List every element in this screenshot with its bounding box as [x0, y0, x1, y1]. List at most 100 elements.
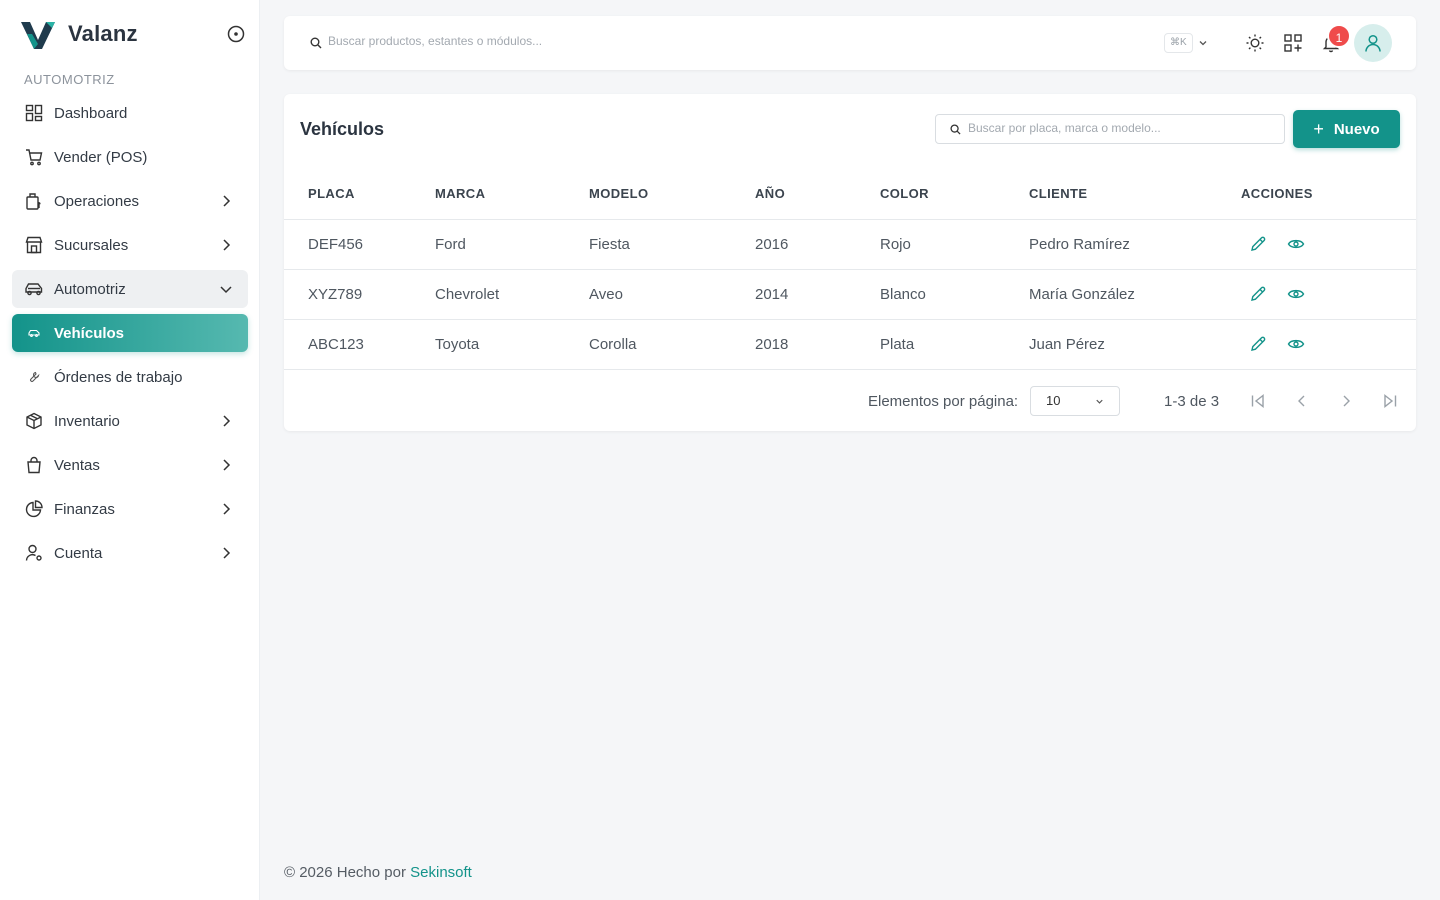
- per-page-select[interactable]: 10: [1030, 386, 1120, 416]
- cart-icon: [24, 147, 44, 167]
- cell-marca: Ford: [435, 219, 589, 270]
- pagination: Elementos por página: 10 1-3 de 3: [284, 386, 1416, 416]
- sun-icon[interactable]: [1245, 33, 1265, 53]
- dashboard-grid-icon: [24, 103, 44, 123]
- sidebar-item-label: Vender (POS): [54, 148, 148, 166]
- vehicles-card: Vehículos + Nuevo PLACA MARCA MODELO AÑO…: [284, 94, 1416, 431]
- page-range: 1-3 de 3: [1164, 393, 1220, 410]
- chevron-right-icon: [223, 239, 231, 251]
- page-title: Vehículos: [300, 119, 385, 139]
- sidebar-item-label: Automotriz: [54, 280, 126, 298]
- table-row[interactable]: XYZ789 Chevrolet Aveo 2014 Blanco María …: [284, 269, 1416, 320]
- cell-modelo: Aveo: [589, 269, 755, 320]
- cell-color: Plata: [880, 319, 1029, 370]
- cell-placa: ABC123: [284, 319, 435, 370]
- section-label: AUTOMOTRIZ: [24, 72, 115, 87]
- column-header[interactable]: MODELO: [589, 169, 755, 220]
- edit-pencil-icon[interactable]: [1249, 285, 1267, 303]
- sidebar-item-operaciones[interactable]: Operaciones: [12, 182, 248, 220]
- sidebar-item-cuenta[interactable]: Cuenta: [12, 534, 248, 572]
- column-header[interactable]: MARCA: [435, 169, 589, 220]
- sidebar-item-inventario[interactable]: Inventario: [12, 402, 248, 440]
- user-gear-icon: [24, 543, 44, 563]
- sidebar-item-ventas[interactable]: Ventas: [12, 446, 248, 484]
- sidebar-item-sucursales[interactable]: Sucursales: [12, 226, 248, 264]
- wrench-icon: [24, 367, 44, 387]
- sidebar-item-label: Vehículos: [54, 324, 125, 342]
- cell-anio: 2014: [755, 269, 880, 320]
- global-search-input[interactable]: [328, 34, 928, 48]
- cell-anio: 2016: [755, 219, 880, 270]
- sidebar-item-pos[interactable]: Vender (POS): [12, 138, 248, 176]
- shortcut-hint: ⌘K: [1164, 33, 1193, 53]
- sidebar-item-dashboard[interactable]: Dashboard: [12, 94, 248, 132]
- sidebar-item-label: Dashboard: [54, 104, 128, 122]
- prev-page-icon[interactable]: [1293, 392, 1311, 410]
- cell-modelo: Corolla: [589, 319, 755, 370]
- chevron-down-icon: [1096, 399, 1103, 404]
- edit-pencil-icon[interactable]: [1249, 235, 1267, 253]
- new-vehicle-button[interactable]: + Nuevo: [1293, 110, 1400, 148]
- column-header[interactable]: COLOR: [880, 169, 1029, 220]
- sidebar-item-ordenes[interactable]: Órdenes de trabajo: [12, 358, 248, 396]
- edit-pencil-icon[interactable]: [1249, 335, 1267, 353]
- sidebar-item-label: Cuenta: [54, 544, 103, 562]
- cell-modelo: Fiesta: [589, 219, 755, 270]
- sidebar-item-label: Ventas: [54, 456, 100, 474]
- column-header[interactable]: PLACA: [284, 169, 435, 220]
- cell-color: Rojo: [880, 219, 1029, 270]
- plus-icon: +: [1313, 119, 1324, 139]
- new-vehicle-label: Nuevo: [1333, 120, 1380, 138]
- brand-name: Valanz: [68, 21, 138, 46]
- sidebar-toggle-icon[interactable]: [226, 24, 246, 44]
- cell-cliente: María González: [1029, 269, 1241, 320]
- car-small-icon: [24, 323, 44, 343]
- search-icon: [950, 124, 961, 135]
- vehicle-search-input[interactable]: [968, 121, 1268, 135]
- sidebar-item-label: Finanzas: [54, 500, 115, 518]
- next-page-icon[interactable]: [1337, 392, 1355, 410]
- chevron-down-icon: [220, 286, 232, 294]
- car-icon: [24, 279, 44, 299]
- view-eye-icon[interactable]: [1287, 285, 1305, 303]
- chevron-down-icon[interactable]: [1197, 37, 1209, 49]
- chevron-right-icon: [223, 459, 231, 471]
- footer-link[interactable]: Sekinsoft: [410, 864, 472, 881]
- shopping-bag-icon: [24, 455, 44, 475]
- table-row[interactable]: DEF456 Ford Fiesta 2016 Rojo Pedro Ramír…: [284, 219, 1416, 270]
- footer-text: © 2026 Hecho por: [284, 864, 411, 881]
- search-icon: [310, 37, 322, 49]
- sidebar-item-automotriz[interactable]: Automotriz: [12, 270, 248, 308]
- sidebar-nav: Dashboard Vender (POS) Operaciones Sucur…: [12, 94, 248, 578]
- sidebar: Valanz AUTOMOTRIZ Dashboard Vender (POS)…: [0, 0, 260, 900]
- first-page-icon[interactable]: [1249, 392, 1267, 410]
- notification-badge: 1: [1327, 24, 1351, 48]
- view-eye-icon[interactable]: [1287, 335, 1305, 353]
- chevron-right-icon: [223, 547, 231, 559]
- cell-color: Blanco: [880, 269, 1029, 320]
- chevron-right-icon: [223, 195, 231, 207]
- apps-grid-icon[interactable]: [1283, 33, 1303, 53]
- column-header[interactable]: AÑO: [755, 169, 880, 220]
- view-eye-icon[interactable]: [1287, 235, 1305, 253]
- sidebar-item-label: Inventario: [54, 412, 120, 430]
- cell-marca: Chevrolet: [435, 269, 589, 320]
- brand[interactable]: Valanz: [20, 16, 138, 52]
- pie-chart-icon: [24, 499, 44, 519]
- cell-cliente: Juan Pérez: [1029, 319, 1241, 370]
- table-row[interactable]: ABC123 Toyota Corolla 2018 Plata Juan Pé…: [284, 319, 1416, 370]
- vehicle-search[interactable]: [935, 114, 1285, 144]
- sidebar-item-label: Sucursales: [54, 236, 129, 254]
- box-icon: [24, 411, 44, 431]
- last-page-icon[interactable]: [1381, 392, 1399, 410]
- column-header[interactable]: CLIENTE: [1029, 169, 1241, 220]
- avatar[interactable]: [1354, 24, 1392, 62]
- cell-cliente: Pedro Ramírez: [1029, 219, 1241, 270]
- topbar: ⌘K 1: [284, 16, 1416, 70]
- sidebar-item-vehiculos[interactable]: Vehículos: [12, 314, 248, 352]
- sidebar-item-finanzas[interactable]: Finanzas: [12, 490, 248, 528]
- operations-icon: [24, 191, 44, 211]
- cell-acciones: [1241, 269, 1416, 320]
- cell-placa: XYZ789: [284, 269, 435, 320]
- vehicles-table: PLACA MARCA MODELO AÑO COLOR CLIENTE ACC…: [284, 169, 1416, 370]
